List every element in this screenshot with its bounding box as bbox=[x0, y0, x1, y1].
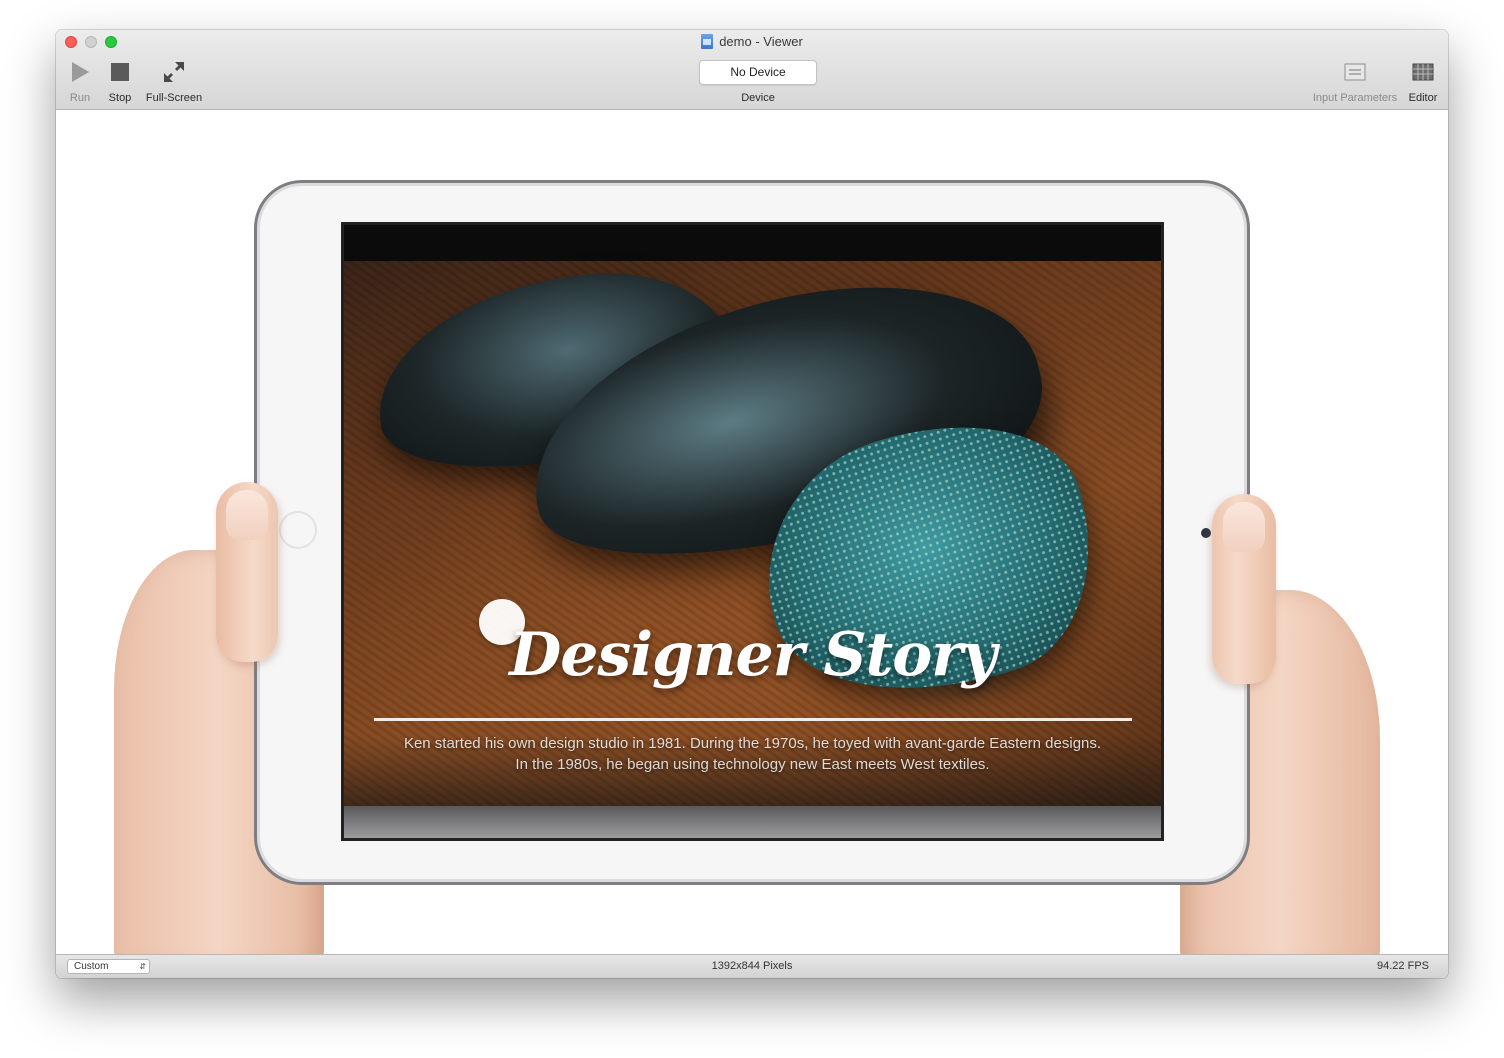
left-thumb-image bbox=[216, 482, 278, 662]
input-parameters-button[interactable]: Input Parameters bbox=[1306, 60, 1404, 104]
play-icon bbox=[72, 62, 89, 82]
ipad-home-button bbox=[279, 511, 317, 549]
story-text-line-2: In the 1980s, he began using technology … bbox=[515, 756, 990, 773]
stop-icon bbox=[111, 63, 129, 81]
preview-canvas[interactable]: Designer Story Ken started his own desig… bbox=[56, 110, 1448, 954]
toolbar: demo - Viewer Run Stop Full-Screen No De… bbox=[56, 30, 1448, 110]
stop-label: Stop bbox=[108, 92, 132, 104]
ipad-screen: Designer Story Ken started his own desig… bbox=[341, 222, 1164, 841]
run-button[interactable]: Run bbox=[64, 60, 96, 104]
document-icon bbox=[701, 34, 714, 49]
editor-label: Editor bbox=[1408, 92, 1438, 104]
device-select-button[interactable]: No Device bbox=[699, 60, 817, 85]
run-label: Run bbox=[69, 92, 91, 104]
right-thumbnail-nail bbox=[1223, 502, 1265, 552]
window-title-text: demo - Viewer bbox=[719, 34, 803, 49]
grid-icon bbox=[1412, 63, 1434, 81]
input-parameters-label: Input Parameters bbox=[1312, 92, 1398, 104]
fps-readout: 94.22 FPS bbox=[1377, 960, 1429, 972]
shoes-tie-photo bbox=[344, 241, 1161, 806]
title-divider bbox=[374, 718, 1132, 721]
window-title: demo - Viewer bbox=[56, 34, 1448, 49]
input-parameters-icon bbox=[1344, 63, 1366, 81]
screen-bottom-bar bbox=[344, 806, 1161, 838]
resolution-readout: 1392x844 Pixels bbox=[711, 960, 793, 972]
right-thumb-image bbox=[1212, 494, 1276, 684]
expand-icon bbox=[164, 62, 184, 82]
story-text: Ken started his own design studio in 198… bbox=[354, 733, 1151, 775]
ipad-camera bbox=[1201, 528, 1211, 538]
left-thumbnail-nail bbox=[226, 490, 268, 540]
fullscreen-button[interactable]: Full-Screen bbox=[142, 60, 206, 104]
status-bar: Custom ⇵ 1392x844 Pixels 94.22 FPS bbox=[56, 954, 1448, 978]
story-title: Designer Story bbox=[509, 620, 997, 690]
story-text-line-1: Ken started his own design studio in 198… bbox=[403, 735, 1102, 752]
stop-button[interactable]: Stop bbox=[104, 60, 136, 104]
device-label: Device bbox=[741, 92, 775, 104]
fullscreen-label: Full-Screen bbox=[145, 92, 203, 104]
editor-button[interactable]: Editor bbox=[1404, 60, 1442, 104]
viewer-window: demo - Viewer Run Stop Full-Screen No De… bbox=[56, 30, 1448, 978]
